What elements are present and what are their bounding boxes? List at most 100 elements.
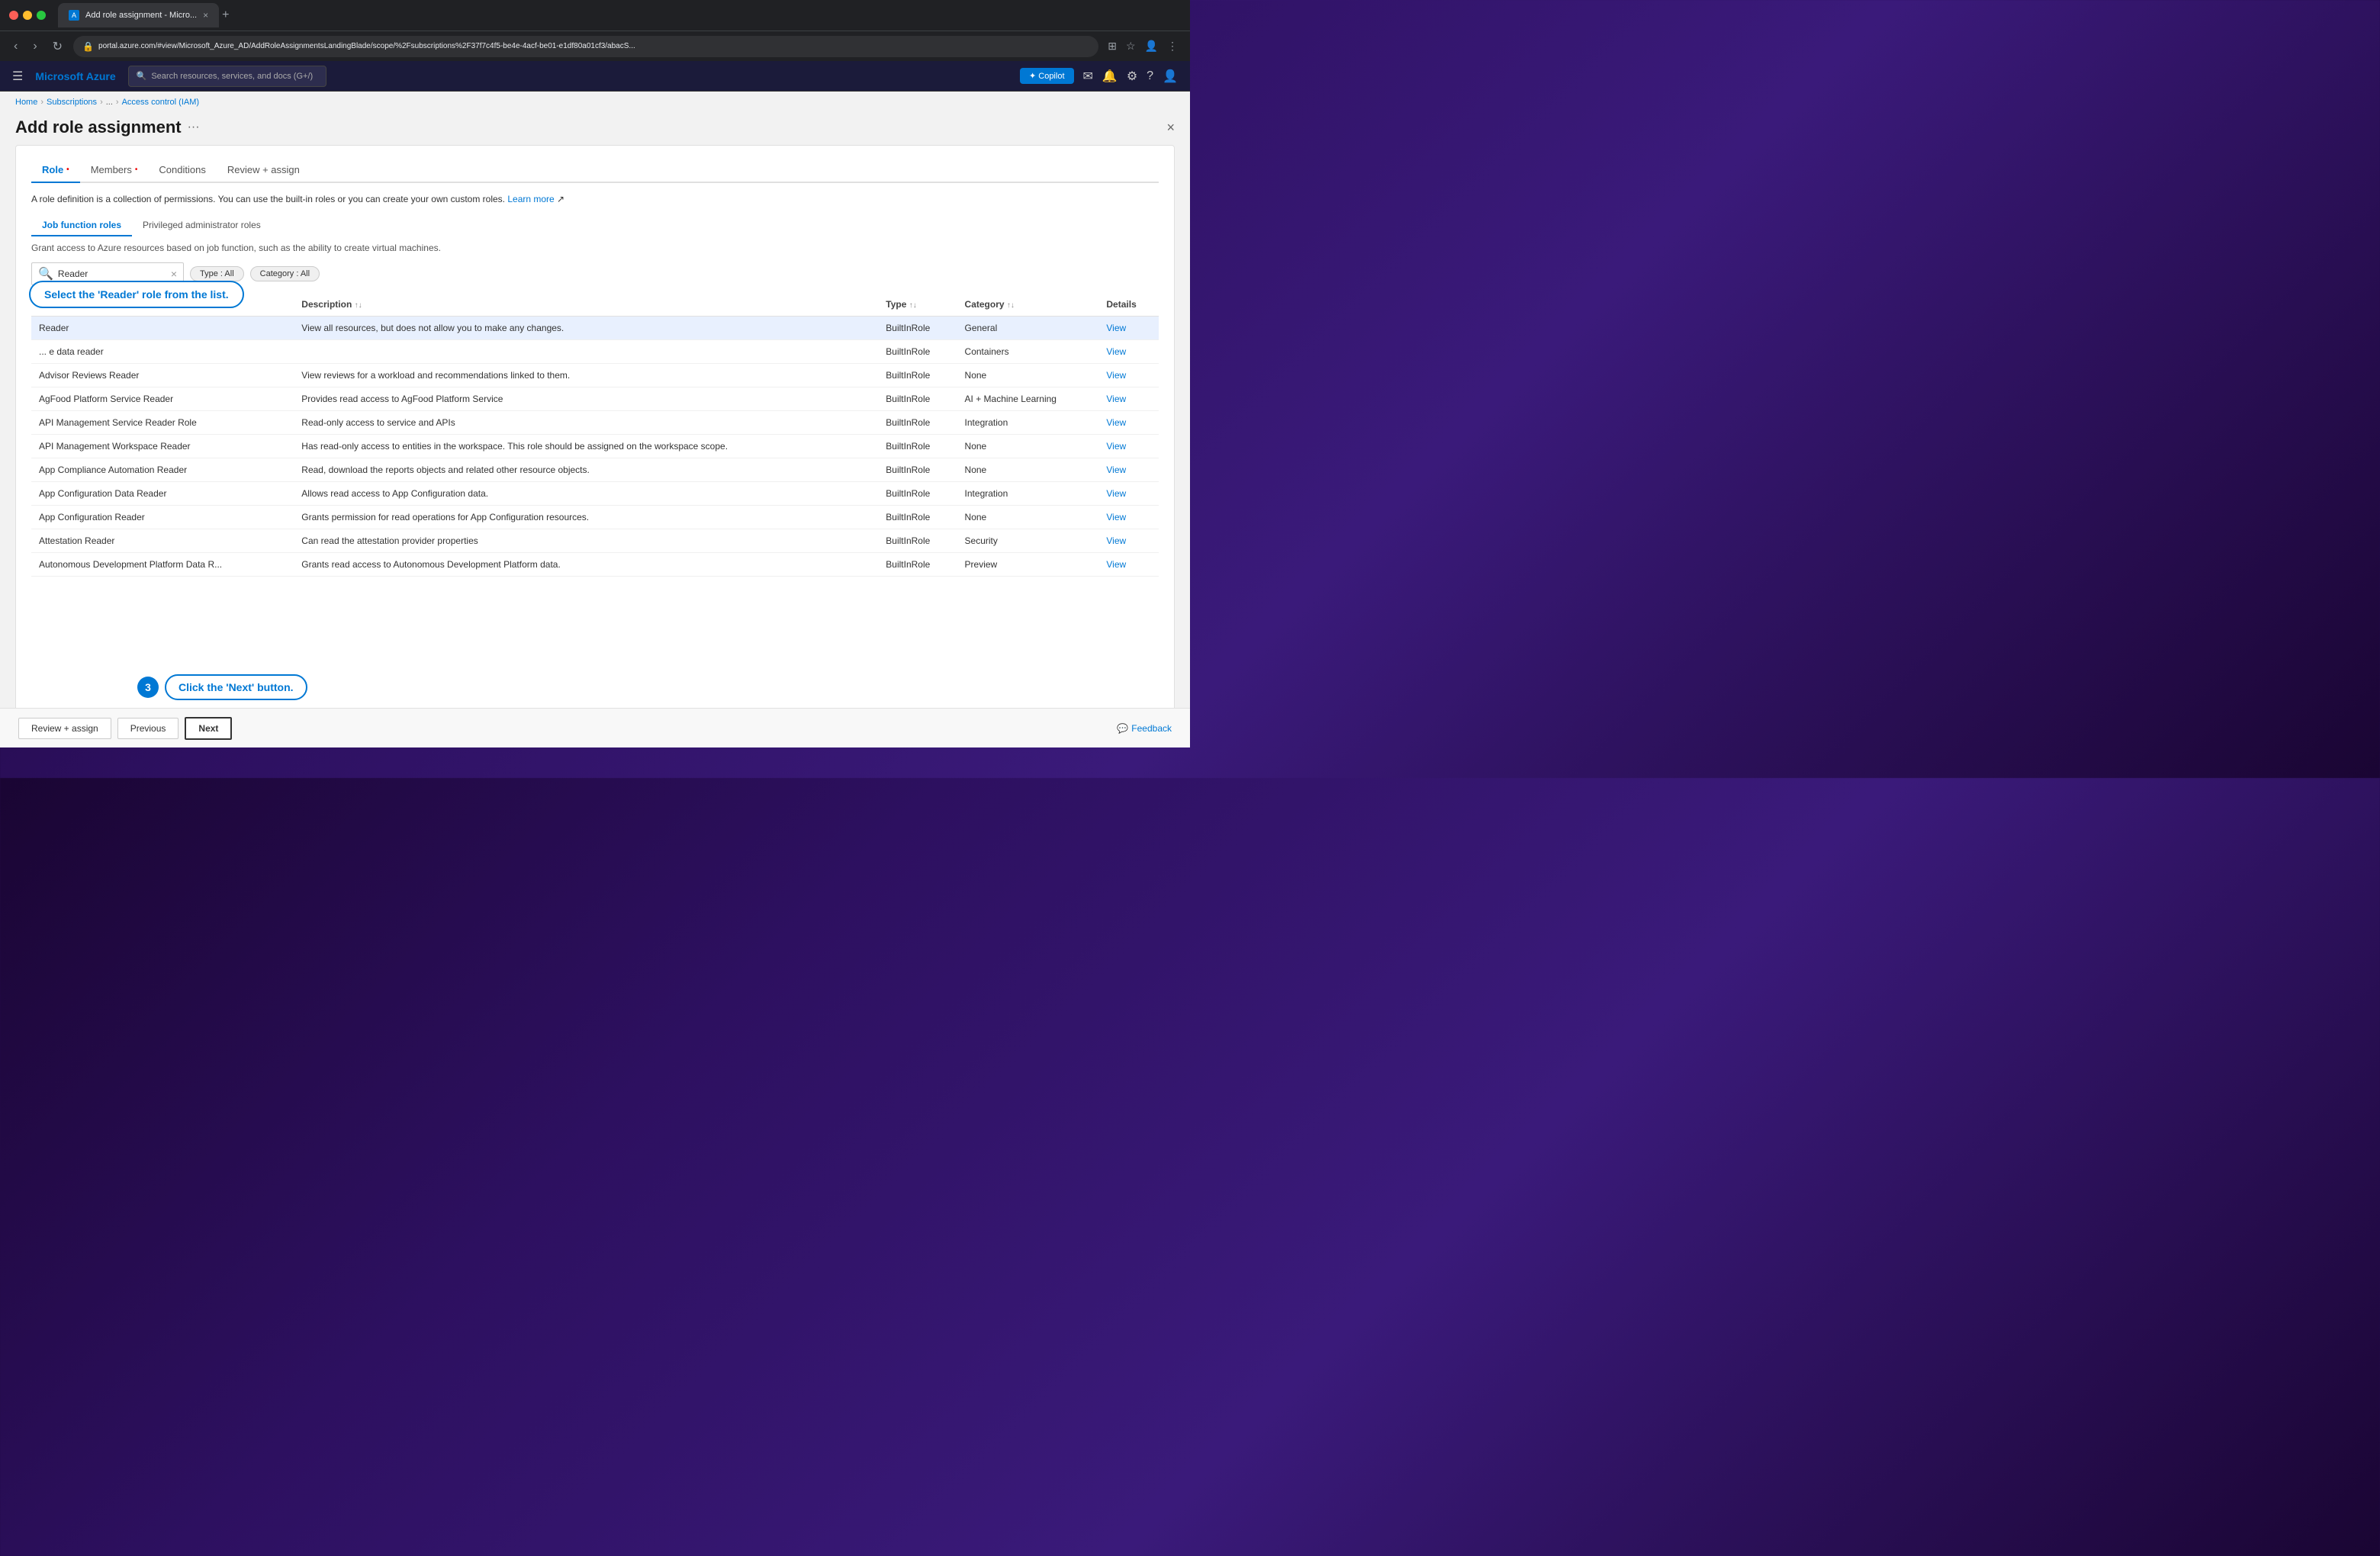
breadcrumb-iam[interactable]: Access control (IAM) <box>122 98 199 107</box>
copilot-button[interactable]: ✦ Copilot <box>1020 68 1074 84</box>
tab-review-assign[interactable]: Review + assign <box>217 158 310 183</box>
type-filter[interactable]: Type : All <box>190 266 244 281</box>
close-dialog-button[interactable]: × <box>1166 120 1175 136</box>
page-menu-button[interactable]: ··· <box>188 121 200 134</box>
email-icon[interactable]: ✉ <box>1083 69 1093 84</box>
row-description: Provides read access to AgFood Platform … <box>294 387 878 411</box>
row-details[interactable]: View <box>1098 340 1159 364</box>
feedback-button[interactable]: 💬 Feedback <box>1117 723 1172 734</box>
active-browser-tab[interactable]: A Add role assignment - Micro... × <box>58 3 219 27</box>
table-row[interactable]: API Management Service Reader RoleRead-o… <box>31 411 1159 435</box>
close-traffic-light[interactable] <box>9 11 18 20</box>
col-category[interactable]: Category ↑↓ <box>957 293 1099 317</box>
help-icon[interactable]: ? <box>1147 69 1153 83</box>
row-details[interactable]: View <box>1098 317 1159 340</box>
new-tab-button[interactable]: + <box>222 8 229 22</box>
reader-callout-text: Select the 'Reader' role from the list. <box>44 288 229 301</box>
row-details[interactable]: View <box>1098 482 1159 506</box>
row-details[interactable]: View <box>1098 364 1159 387</box>
roles-table-container: Name ↑ Description ↑↓ Type ↑↓ Category ↑… <box>31 293 1159 671</box>
row-description: Read-only access to service and APIs <box>294 411 878 435</box>
address-bar[interactable]: 🔒 portal.azure.com/#view/Microsoft_Azure… <box>73 36 1098 57</box>
review-assign-button[interactable]: Review + assign <box>18 718 111 739</box>
table-row[interactable]: App Configuration ReaderGrants permissio… <box>31 506 1159 529</box>
breadcrumb-subscriptions[interactable]: Subscriptions <box>47 98 97 107</box>
tab-members-required: • <box>135 166 138 174</box>
row-description: Has read-only access to entities in the … <box>294 435 878 458</box>
table-row[interactable]: API Management Workspace ReaderHas read-… <box>31 435 1159 458</box>
col-description[interactable]: Description ↑↓ <box>294 293 878 317</box>
feedback-icon: 💬 <box>1117 723 1128 734</box>
row-category: None <box>957 364 1099 387</box>
next-callout-area: 3 Click the 'Next' button. <box>137 674 307 700</box>
table-row[interactable]: App Configuration Data ReaderAllows read… <box>31 482 1159 506</box>
tab-members[interactable]: Members • <box>80 158 149 183</box>
row-details[interactable]: View <box>1098 458 1159 482</box>
menu-button[interactable]: ⋮ <box>1164 37 1181 56</box>
row-description: Allows read access to App Configuration … <box>294 482 878 506</box>
table-row[interactable]: ReaderView all resources, but does not a… <box>31 317 1159 340</box>
sub-tab-job[interactable]: Job function roles <box>31 215 132 236</box>
breadcrumb-home[interactable]: Home <box>15 98 37 107</box>
forward-button[interactable]: › <box>28 37 41 56</box>
row-details[interactable]: View <box>1098 411 1159 435</box>
settings-icon[interactable]: ⚙ <box>1127 69 1137 84</box>
table-row[interactable]: Autonomous Development Platform Data R..… <box>31 553 1159 577</box>
col-details: Details <box>1098 293 1159 317</box>
table-row[interactable]: Attestation ReaderCan read the attestati… <box>31 529 1159 553</box>
sidebar-toggle[interactable]: ☰ <box>12 69 23 84</box>
minimize-traffic-light[interactable] <box>23 11 32 20</box>
notification-icon[interactable]: 🔔 <box>1102 69 1118 84</box>
category-filter[interactable]: Category : All <box>250 266 320 281</box>
type-filter-label: Type : All <box>200 269 234 278</box>
table-row[interactable]: App Compliance Automation ReaderRead, do… <box>31 458 1159 482</box>
next-button[interactable]: Next <box>185 717 232 740</box>
row-details[interactable]: View <box>1098 553 1159 577</box>
global-search[interactable]: 🔍 Search resources, services, and docs (… <box>128 66 326 87</box>
row-details[interactable]: View <box>1098 435 1159 458</box>
row-details[interactable]: View <box>1098 529 1159 553</box>
azure-logo: Microsoft Azure <box>35 70 115 82</box>
table-row[interactable]: Advisor Reviews ReaderView reviews for a… <box>31 364 1159 387</box>
row-category: General <box>957 317 1099 340</box>
breadcrumb-subscription-name: ... <box>106 98 113 107</box>
search-icon: 🔍 <box>137 71 147 81</box>
tab-role[interactable]: Role • <box>31 158 80 183</box>
col-type[interactable]: Type ↑↓ <box>878 293 957 317</box>
refresh-button[interactable]: ↻ <box>48 36 67 57</box>
back-button[interactable]: ‹ <box>9 37 22 56</box>
row-category: Integration <box>957 411 1099 435</box>
row-type: BuiltInRole <box>878 553 957 577</box>
footer: Review + assign Previous Next 💬 Feedback <box>0 708 1190 747</box>
roles-table: Name ↑ Description ↑↓ Type ↑↓ Category ↑… <box>31 293 1159 577</box>
extensions-button[interactable]: ⊞ <box>1105 37 1120 56</box>
category-filter-label: Category : All <box>260 269 310 278</box>
tab-conditions-label: Conditions <box>159 164 205 175</box>
page-title: Add role assignment <box>15 117 182 137</box>
row-type: BuiltInRole <box>878 482 957 506</box>
profile-button[interactable]: 👤 <box>1142 37 1161 56</box>
row-details[interactable]: View <box>1098 387 1159 411</box>
reader-callout: Select the 'Reader' role from the list. <box>29 281 244 308</box>
previous-button[interactable]: Previous <box>117 718 179 739</box>
bookmark-button[interactable]: ☆ <box>1123 37 1139 56</box>
sub-tab-privileged[interactable]: Privileged administrator roles <box>132 215 272 236</box>
role-description: A role definition is a collection of per… <box>31 192 1159 206</box>
table-row[interactable]: AgFood Platform Service ReaderProvides r… <box>31 387 1159 411</box>
user-icon[interactable]: 👤 <box>1163 69 1178 84</box>
tab-conditions[interactable]: Conditions <box>148 158 216 183</box>
tab-close-button[interactable]: × <box>203 10 208 21</box>
row-category: Integration <box>957 482 1099 506</box>
row-name: App Compliance Automation Reader <box>31 458 294 482</box>
row-category: None <box>957 435 1099 458</box>
table-row[interactable]: ... e data readerBuiltInRoleContainersVi… <box>31 340 1159 364</box>
clear-search-button[interactable]: × <box>171 268 177 280</box>
learn-more-link[interactable]: Learn more <box>507 194 554 204</box>
nav-actions: ⊞ ☆ 👤 ⋮ <box>1105 37 1181 56</box>
row-category: Containers <box>957 340 1099 364</box>
row-type: BuiltInRole <box>878 458 957 482</box>
maximize-traffic-light[interactable] <box>37 11 46 20</box>
row-details[interactable]: View <box>1098 506 1159 529</box>
row-name: AgFood Platform Service Reader <box>31 387 294 411</box>
search-input[interactable] <box>58 268 166 279</box>
